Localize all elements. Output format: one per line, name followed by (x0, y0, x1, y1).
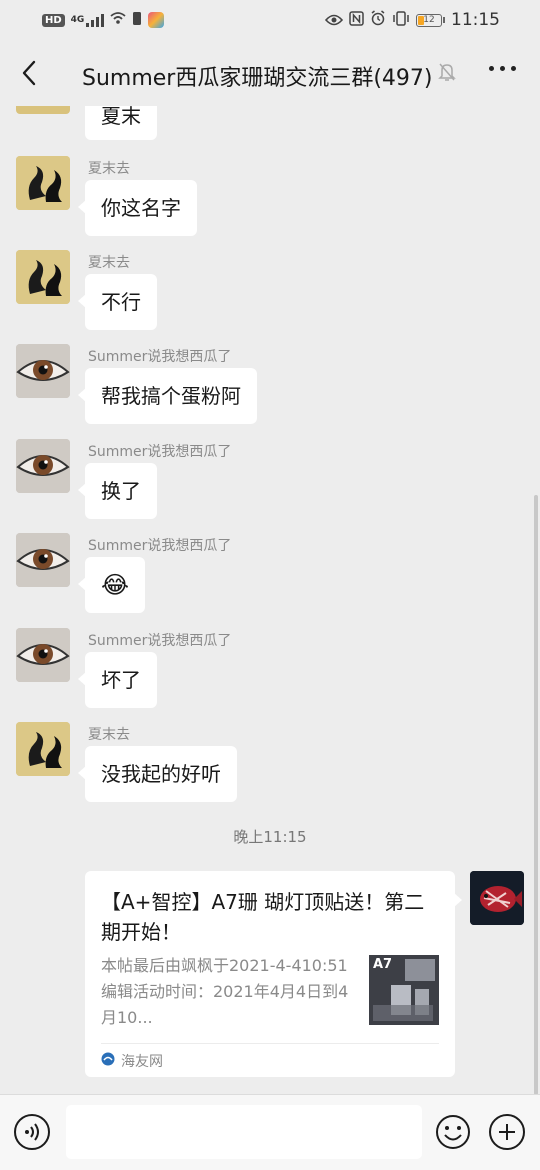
avatar[interactable] (16, 250, 70, 304)
status-time: 11:15 (451, 10, 500, 30)
signal-icon (86, 13, 105, 27)
sender-name: Summer说我想西瓜了 (88, 349, 232, 365)
emoji-button[interactable] (435, 1114, 471, 1150)
more-features-button[interactable] (489, 1114, 525, 1150)
message-input[interactable] (66, 1105, 422, 1159)
chevron-left-icon (22, 60, 36, 86)
link-card[interactable]: 【A+智控】A7珊 瑚灯顶贴送！第二期开始！ 本帖最后由飒枫于2021-4-41… (85, 871, 462, 1077)
sender-name: Summer说我想西瓜了 (88, 633, 232, 649)
app-notification-icon (148, 12, 165, 28)
sender-name: 夏末去 (88, 161, 130, 177)
link-card-description: 本帖最后由飒枫于2021-4-410:51编辑活动时间：2021年4月4日到4月… (101, 956, 349, 1027)
message-list[interactable]: 夏末 夏末去 你这名字 夏末去 不行 Summer说我想西瓜了 帮我搞个蛋粉阿 … (0, 106, 540, 1094)
avatar[interactable] (16, 106, 70, 114)
avatar[interactable] (16, 628, 70, 682)
battery-icon: 12 (416, 13, 445, 27)
message-bubble[interactable]: 😂 (77, 557, 146, 613)
more-options-button[interactable] (489, 66, 516, 71)
message-bubble[interactable]: 不行 (78, 274, 157, 330)
link-card-source: 海友网 (101, 1051, 163, 1071)
link-card-thumbnail: A7 (369, 955, 439, 1025)
hd-badge: HD (42, 13, 65, 27)
scrollbar[interactable] (534, 495, 538, 1095)
eye-icon (324, 11, 344, 30)
message-timestamp: 晚上11:15 (233, 828, 307, 846)
message-bubble[interactable]: 换了 (78, 463, 157, 519)
mute-bell-icon (438, 62, 456, 86)
sender-name: Summer说我想西瓜了 (88, 444, 232, 460)
avatar[interactable] (16, 439, 70, 493)
plus-icon (499, 1124, 515, 1140)
voice-icon (25, 1123, 39, 1141)
status-right: 12 11:15 (324, 10, 500, 30)
avatar[interactable] (16, 344, 70, 398)
back-button[interactable] (14, 56, 44, 90)
message-bubble[interactable]: 夏末 (85, 106, 157, 140)
network-label: 4G (70, 15, 85, 25)
sender-name: 夏末去 (88, 255, 130, 271)
sender-name: Summer说我想西瓜了 (88, 538, 232, 554)
voice-button[interactable] (14, 1114, 50, 1150)
avatar[interactable] (16, 156, 70, 210)
divider (101, 1043, 439, 1044)
alarm-icon (370, 10, 386, 30)
avatar[interactable] (16, 533, 70, 587)
avatar[interactable] (470, 871, 524, 925)
message-bubble[interactable]: 帮我搞个蛋粉阿 (78, 368, 257, 424)
message-bubble[interactable]: 没我起的好听 (78, 746, 237, 802)
wifi-icon (110, 11, 126, 29)
chat-header: Summer西瓜家珊瑚交流三群(497) (0, 40, 540, 106)
message-bubble[interactable]: 你这名字 (78, 180, 197, 236)
message-bubble[interactable]: 坏了 (78, 652, 157, 708)
link-card-thumbnail-label: A7 (373, 957, 393, 972)
smiley-icon (436, 1115, 470, 1149)
status-bar: HD 4G 12 11:15 (0, 0, 540, 40)
link-card-title: 【A+智控】A7珊 瑚灯顶贴送！第二期开始！ (101, 890, 425, 944)
sender-name: 夏末去 (88, 727, 130, 743)
battery-level: 12 (423, 14, 435, 25)
avatar[interactable] (16, 722, 70, 776)
vibrate-icon (392, 10, 410, 30)
status-left: HD 4G (42, 11, 165, 30)
input-bar (0, 1094, 540, 1170)
sim-icon (132, 11, 142, 30)
chat-title: Summer西瓜家珊瑚交流三群(497) (82, 66, 433, 91)
nfc-icon (349, 10, 364, 30)
source-logo-icon (101, 1052, 115, 1070)
link-card-source-label: 海友网 (121, 1054, 163, 1070)
